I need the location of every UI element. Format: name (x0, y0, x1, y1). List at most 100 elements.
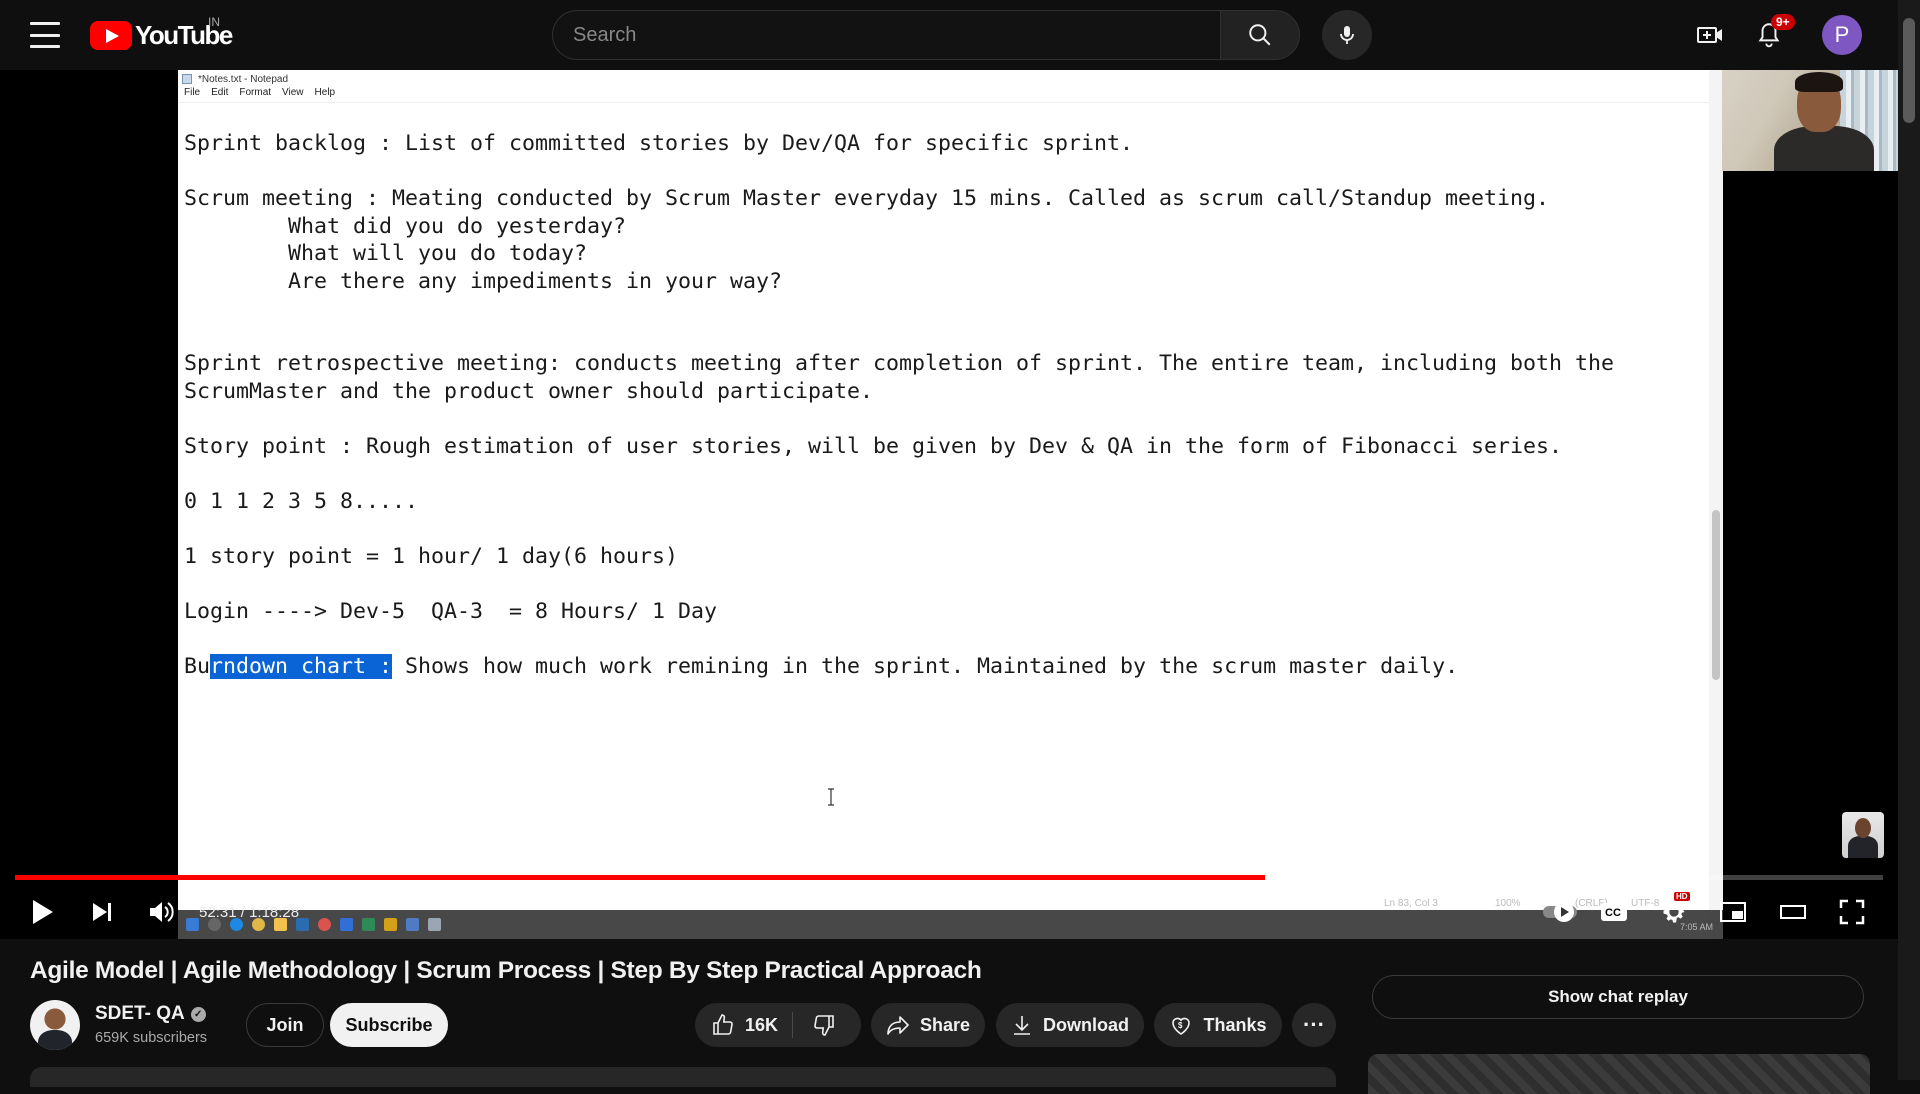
account-avatar[interactable]: P (1822, 15, 1862, 55)
volume-icon (150, 902, 174, 922)
note-line: Login ----> Dev-5 QA-3 = 8 Hours/ 1 Day (184, 598, 718, 624)
progress-played (15, 875, 1265, 880)
notepad-scrollbar (1709, 70, 1723, 939)
join-button[interactable]: Join (246, 1003, 324, 1047)
notepad-icon (182, 74, 192, 84)
notifications-button[interactable]: 9+ (1751, 14, 1795, 53)
next-icon (93, 903, 111, 921)
notepad-menu-file: File (184, 87, 201, 98)
subscriber-count: 659K subscribers (95, 1030, 208, 1046)
miniplayer-button[interactable] (1713, 892, 1753, 932)
notepad-text: Sprint backlog : List of committed stori… (184, 130, 1614, 680)
gear-icon (1663, 901, 1685, 923)
note-line: What did you do yesterday? (184, 213, 627, 239)
note-line: What will you do today? (184, 241, 588, 266)
theater-mode-button[interactable] (1773, 892, 1813, 932)
svg-text:CC: CC (1605, 907, 1621, 919)
notepad-title: *Notes.txt - Notepad (198, 74, 289, 85)
webcam-overlay (1722, 70, 1898, 171)
note-line: Are there any impediments in your way? (184, 268, 783, 294)
thumbs-down-icon (814, 1015, 834, 1036)
settings-button[interactable]: HD (1654, 892, 1694, 932)
miniplayer-icon (1720, 902, 1746, 922)
create-button[interactable] (1692, 17, 1728, 53)
notepad-menu-view: View (282, 87, 304, 98)
download-label: Download (1043, 1014, 1129, 1035)
recommended-video-thumbnail[interactable] (1368, 1054, 1870, 1094)
note-line (184, 405, 1614, 433)
more-actions-button[interactable]: ··· (1292, 1003, 1336, 1047)
note-line: Scrum meeting : Meating conducted by Scr… (184, 186, 1550, 211)
thumbs-up-icon (713, 1014, 733, 1035)
time-current: 52:31 (199, 904, 237, 921)
description-box[interactable] (30, 1067, 1336, 1087)
time-separator: / (236, 904, 250, 921)
note-line: 0 1 1 2 3 5 8..... (184, 488, 419, 514)
note-line-burndown: Burndown chart : Shows how much work rem… (184, 653, 1614, 681)
voice-search-button[interactable] (1322, 10, 1372, 60)
masthead: YouTube IN 9+ P (0, 0, 1898, 70)
progress-bar[interactable] (15, 875, 1883, 880)
note-line (184, 158, 1614, 186)
mute-button[interactable] (141, 892, 181, 932)
channel-avatar[interactable] (30, 1000, 80, 1050)
create-video-icon (1697, 27, 1722, 43)
more-icon: ··· (1303, 1012, 1325, 1037)
notification-count-badge: 9+ (1771, 14, 1795, 30)
time-total: 1:18:28 (249, 904, 300, 921)
page-scrollbar[interactable] (1898, 0, 1920, 1080)
autoplay-toggle[interactable] (1540, 892, 1580, 932)
notepad-menu-edit: Edit (211, 87, 229, 98)
next-button[interactable] (82, 892, 122, 932)
time-display: 52:31 / 1:18:28 (199, 904, 299, 921)
note-line: Story point : Rough estimation of user s… (184, 433, 1563, 459)
youtube-play-icon (90, 20, 132, 50)
theater-icon (1780, 905, 1806, 919)
note-line: Sprint retrospective meeting: conducts m… (184, 351, 1615, 376)
video-player[interactable]: *Notes.txt - Notepad File Edit Format Vi… (0, 70, 1898, 939)
share-icon (887, 1016, 909, 1035)
notepad-menu-help: Help (314, 87, 336, 98)
channel-name-row[interactable]: SDET- QA ✓ (95, 1003, 206, 1025)
like-button[interactable]: 16K (695, 1003, 778, 1047)
captions-button[interactable]: CC (1594, 892, 1634, 932)
download-icon (1014, 1016, 1030, 1035)
note-line (184, 515, 1614, 543)
download-button[interactable]: Download (996, 1003, 1144, 1047)
channel-name[interactable]: SDET- QA (95, 1003, 185, 1025)
search-button[interactable] (1220, 10, 1300, 60)
page-scrollbar-thumb[interactable] (1903, 18, 1915, 123)
note-line: Sprint backlog : List of committed stori… (184, 131, 1134, 156)
play-icon (33, 900, 53, 924)
note-line (184, 295, 1614, 323)
thanks-button[interactable]: $ Thanks (1154, 1003, 1282, 1047)
burndown-suffix: Shows how much work remining in the spri… (392, 653, 1459, 679)
verified-icon: ✓ (190, 1006, 206, 1022)
note-line (184, 570, 1614, 598)
thanks-label: Thanks (1203, 1014, 1267, 1035)
notepad-window: *Notes.txt - Notepad File Edit Format Vi… (178, 70, 1898, 939)
share-button[interactable]: Share (871, 1003, 985, 1047)
play-button[interactable] (22, 892, 62, 932)
like-dislike-group: 16K (695, 1003, 861, 1047)
captions-icon: CC (1601, 903, 1627, 921)
notepad-scrollbar-thumb (1712, 510, 1720, 680)
notepad-menu-format: Format (239, 87, 272, 98)
autoplay-icon (1543, 902, 1577, 922)
notepad-title-bar: *Notes.txt - Notepad (178, 70, 1723, 88)
burndown-prefix: Bu (184, 653, 211, 679)
search-input[interactable] (552, 10, 1220, 60)
show-chat-replay-button[interactable]: Show chat replay (1372, 975, 1864, 1019)
svg-text:$: $ (1178, 1021, 1183, 1030)
fullscreen-button[interactable] (1832, 892, 1872, 932)
youtube-logo[interactable]: YouTube IN (90, 15, 233, 50)
menu-icon[interactable] (30, 22, 60, 48)
subscribe-button[interactable]: Subscribe (330, 1003, 448, 1047)
channel-watermark[interactable] (1842, 812, 1884, 858)
microphone-icon (1340, 26, 1354, 44)
note-line (184, 460, 1614, 488)
search-icon (1249, 24, 1271, 46)
dislike-button[interactable] (793, 1003, 855, 1047)
search-box (552, 10, 1300, 60)
note-line: 1 story point = 1 hour/ 1 day(6 hours) (184, 543, 679, 569)
